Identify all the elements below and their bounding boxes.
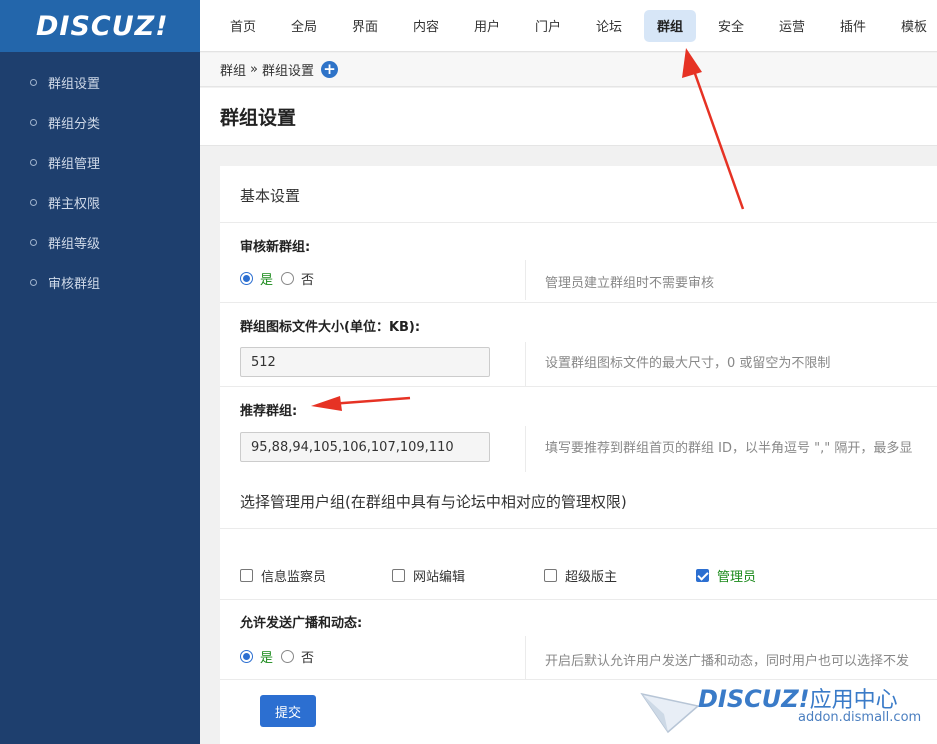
tab-plugins[interactable]: 插件 <box>827 10 879 42</box>
circle-bullet-icon <box>30 118 37 126</box>
divider <box>525 260 526 300</box>
icon-size-tip: 设置群组图标文件的最大尺寸，0 或留空为不限制 <box>545 356 831 371</box>
page-title: 群组设置 <box>220 107 297 129</box>
tab-content[interactable]: 内容 <box>400 10 452 42</box>
checkbox[interactable] <box>544 569 557 582</box>
divider <box>220 599 937 600</box>
tab-groups[interactable]: 群组 <box>644 9 696 42</box>
circle-bullet-icon <box>30 278 37 286</box>
recommend-input[interactable] <box>240 432 490 462</box>
tab-portal[interactable]: 门户 <box>522 10 574 42</box>
circle-bullet-icon <box>30 158 37 166</box>
tab-security[interactable]: 安全 <box>705 10 757 42</box>
group-option-label: 信息监察员 <box>261 570 327 585</box>
broadcast-tip: 开启后默认允许用户发送广播和动态，同时用户也可以选择不发 <box>545 654 910 669</box>
broadcast-yes-label: 是 <box>260 651 274 666</box>
tab-users[interactable]: 用户 <box>461 10 513 42</box>
audit-yes-label: 是 <box>260 273 274 288</box>
breadcrumb-separator: » <box>250 62 258 77</box>
group-option-label: 超级版主 <box>565 570 618 585</box>
audit-yes-radio[interactable] <box>240 272 253 285</box>
audit-label: 审核新群组: <box>240 240 311 255</box>
breadcrumb-root[interactable]: 群组 <box>220 60 246 79</box>
watermark-url: addon.dismall.com <box>798 710 922 725</box>
manager-groups-list: 信息监察员 网站编辑 超级版主 管理员 <box>240 566 848 585</box>
paper-plane-icon <box>640 692 700 734</box>
circle-bullet-icon <box>30 238 37 246</box>
broadcast-label: 允许发送广播和动态: <box>240 616 363 631</box>
group-option-inspector[interactable]: 信息监察员 <box>240 566 392 585</box>
watermark: DISCUZ!应用中心 addon.dismall.com <box>640 680 930 744</box>
broadcast-no-label: 否 <box>301 651 315 666</box>
icon-size-input[interactable] <box>240 347 490 377</box>
basic-settings-heading: 基本设置 <box>240 187 301 205</box>
divider <box>525 636 526 679</box>
broadcast-radio-group: 是 否 <box>240 647 314 666</box>
add-icon[interactable]: + <box>321 61 338 78</box>
group-option-editor[interactable]: 网站编辑 <box>392 566 544 585</box>
sidebar-nav: 群组设置 群组分类 群组管理 群主权限 群组等级 审核群组 <box>0 52 200 302</box>
circle-bullet-icon <box>30 198 37 206</box>
sidebar-item-owner-permissions[interactable]: 群主权限 <box>0 182 200 222</box>
breadcrumb-current: 群组设置 <box>261 64 314 79</box>
tab-global[interactable]: 全局 <box>278 10 330 42</box>
icon-size-label: 群组图标文件大小(单位：KB): <box>240 320 421 335</box>
tab-forum[interactable]: 论坛 <box>583 10 635 42</box>
divider <box>220 386 937 387</box>
divider <box>220 528 937 529</box>
sidebar-item-group-categories[interactable]: 群组分类 <box>0 102 200 142</box>
audit-radio-group: 是 否 <box>240 269 314 288</box>
group-option-super-moderator[interactable]: 超级版主 <box>544 566 696 585</box>
sidebar-item-label: 群组分类 <box>48 116 101 132</box>
tab-interface[interactable]: 界面 <box>339 10 391 42</box>
divider <box>220 222 937 223</box>
audit-no-radio[interactable] <box>281 272 295 285</box>
sidebar-item-audit-groups[interactable]: 审核群组 <box>0 262 200 302</box>
group-option-label: 管理员 <box>717 570 757 585</box>
tab-home[interactable]: 首页 <box>217 10 269 42</box>
discuz-logo: DISCUZ! <box>36 10 169 42</box>
sidebar-item-group-levels[interactable]: 群组等级 <box>0 222 200 262</box>
broadcast-no-radio[interactable] <box>281 650 295 663</box>
sidebar-item-group-management[interactable]: 群组管理 <box>0 142 200 182</box>
divider <box>220 302 937 303</box>
title-bar: 群组设置 <box>200 88 937 146</box>
checkbox[interactable] <box>392 569 405 582</box>
logo-area[interactable]: DISCUZ! <box>0 0 200 52</box>
group-option-admin[interactable]: 管理员 <box>696 566 848 585</box>
sidebar-item-label: 群组管理 <box>48 156 101 172</box>
sidebar: DISCUZ! 群组设置 群组分类 群组管理 群主权限 群组等级 审核群组 <box>0 0 200 744</box>
settings-panel: 基本设置 审核新群组: 是 否 管理员建立群组时不需要审核 群组图标文件大小(单… <box>220 166 937 744</box>
breadcrumb: 群组 » 群组设置 + <box>200 53 937 87</box>
checkbox-checked[interactable] <box>696 569 709 582</box>
sidebar-item-label: 群组等级 <box>48 236 101 252</box>
recommend-label: 推荐群组: <box>240 404 298 419</box>
divider <box>525 426 526 472</box>
watermark-logo-text: DISCUZ! <box>698 685 810 713</box>
group-option-label: 网站编辑 <box>413 570 466 585</box>
sidebar-item-label: 审核群组 <box>48 276 101 292</box>
broadcast-yes-radio[interactable] <box>240 650 253 663</box>
sidebar-item-label: 群组设置 <box>48 76 101 92</box>
submit-button[interactable]: 提交 <box>260 695 316 727</box>
tab-operations[interactable]: 运营 <box>766 10 818 42</box>
manager-groups-heading: 选择管理用户组(在群组中具有与论坛中相对应的管理权限) <box>240 493 627 511</box>
sidebar-item-label: 群主权限 <box>48 196 101 212</box>
audit-tip: 管理员建立群组时不需要审核 <box>545 276 715 291</box>
top-nav: 首页 全局 界面 内容 用户 门户 论坛 群组 安全 运营 插件 模板 <box>200 0 937 52</box>
checkbox[interactable] <box>240 569 253 582</box>
tab-templates[interactable]: 模板 <box>888 10 937 42</box>
recommend-tip: 填写要推荐到群组首页的群组 ID，以半角逗号 "," 隔开，最多显 <box>545 441 913 456</box>
divider <box>525 342 526 386</box>
sidebar-item-group-settings[interactable]: 群组设置 <box>0 62 200 102</box>
circle-bullet-icon <box>30 78 37 86</box>
audit-no-label: 否 <box>301 273 315 288</box>
